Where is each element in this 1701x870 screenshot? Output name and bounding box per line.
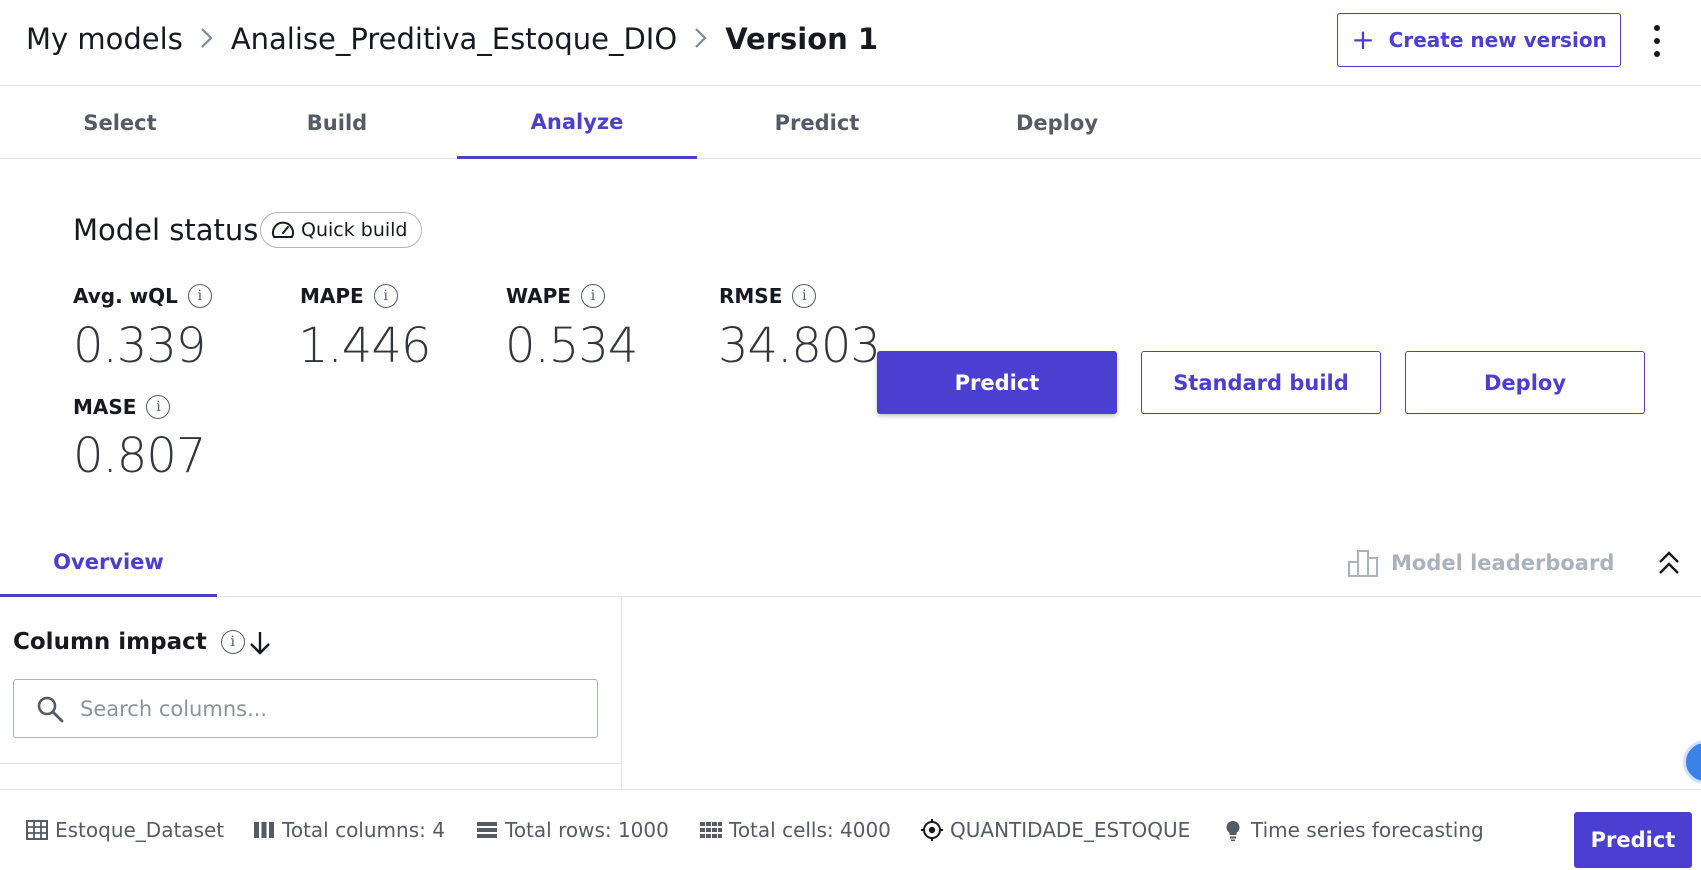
columns-icon: [254, 822, 274, 838]
metric-label-rmse: RMSE i: [719, 284, 817, 308]
tab-predict[interactable]: Predict: [697, 87, 937, 159]
info-icon[interactable]: i: [373, 284, 398, 308]
dataset-footer: Estoque_Dataset Total columns: 4 Total r…: [0, 789, 1701, 870]
tab-deploy[interactable]: Deploy: [937, 87, 1177, 159]
lightbulb-icon: [1226, 821, 1240, 841]
column-search-box: [13, 679, 598, 738]
footer-predict-button[interactable]: Predict: [1574, 812, 1692, 868]
analysis-subtabs: Overview Model leaderboard: [0, 530, 1701, 597]
target-column-text: QUANTIDADE_ESTOQUE: [950, 818, 1191, 842]
metric-value-rmse: 34.803: [718, 318, 881, 374]
tab-build[interactable]: Build: [217, 87, 457, 159]
metric-value-mase: 0.807: [73, 428, 206, 484]
metric-name: Avg. wQL: [73, 284, 178, 308]
deploy-button[interactable]: Deploy: [1405, 351, 1645, 414]
metric-name: WAPE: [506, 284, 571, 308]
total-columns-text: Total columns: 4: [282, 818, 445, 842]
workflow-tabs: Select Build Analyze Predict Deploy: [0, 87, 1701, 159]
model-leaderboard-tab: Model leaderboard: [1347, 544, 1614, 582]
page-header: My models Analise_Preditiva_Estoque_DIO …: [0, 0, 1701, 86]
info-icon[interactable]: i: [187, 284, 212, 308]
quick-build-badge: Quick build: [260, 212, 422, 248]
model-leaderboard-label: Model leaderboard: [1391, 551, 1615, 575]
quick-build-label: Quick build: [301, 219, 408, 241]
speedometer-icon: [272, 221, 294, 238]
metric-name: RMSE: [719, 284, 783, 308]
metric-label-avg-wql: Avg. wQL i: [73, 284, 212, 308]
collapse-icon[interactable]: [1656, 548, 1682, 578]
grid-icon: [700, 822, 722, 838]
info-icon[interactable]: i: [220, 630, 245, 654]
model-status-title: Model status: [73, 213, 259, 247]
breadcrumb-version: Version 1: [725, 22, 879, 56]
metric-name: MASE: [73, 395, 137, 419]
tab-analyze[interactable]: Analyze: [457, 87, 697, 159]
footer-total-rows: Total rows: 1000: [475, 817, 669, 843]
help-chat-bubble[interactable]: [1683, 740, 1701, 784]
metric-label-wape: WAPE i: [506, 284, 605, 308]
metric-value-mape: 1.446: [298, 318, 431, 374]
predict-button[interactable]: Predict: [877, 351, 1117, 414]
metric-label-mase: MASE i: [73, 395, 171, 419]
footer-dataset: Estoque_Dataset: [25, 817, 224, 843]
breadcrumb-model-name[interactable]: Analise_Preditiva_Estoque_DIO: [231, 22, 677, 56]
breadcrumb: My models Analise_Preditiva_Estoque_DIO …: [26, 22, 878, 56]
info-icon[interactable]: i: [792, 284, 817, 308]
metric-value-avg-wql: 0.339: [73, 318, 206, 374]
divider: [0, 763, 622, 764]
sort-arrow-down-icon[interactable]: [246, 629, 274, 657]
info-icon[interactable]: i: [580, 284, 605, 308]
footer-total-columns: Total columns: 4: [252, 817, 445, 843]
search-icon: [37, 696, 64, 722]
info-icon[interactable]: i: [146, 395, 171, 419]
standard-build-button[interactable]: Standard build: [1141, 351, 1381, 414]
column-impact-title: Column impact: [13, 629, 207, 655]
chevron-right-icon: [687, 22, 715, 56]
table-icon: [26, 820, 48, 840]
create-new-version-label: Create new version: [1388, 28, 1607, 52]
footer-target-column: QUANTIDADE_ESTOQUE: [920, 817, 1190, 843]
column-search-input[interactable]: [80, 696, 560, 721]
total-cells-text: Total cells: 4000: [729, 818, 891, 842]
plus-icon: +: [1351, 23, 1375, 56]
target-icon: [921, 819, 943, 841]
footer-total-cells: Total cells: 4000: [699, 817, 891, 843]
tab-select[interactable]: Select: [0, 87, 240, 159]
breadcrumb-my-models[interactable]: My models: [26, 22, 183, 56]
metric-value-wape: 0.534: [505, 318, 638, 374]
create-new-version-button[interactable]: + Create new version: [1337, 13, 1621, 67]
footer-problem-type: Time series forecasting: [1221, 817, 1484, 843]
tab-overview[interactable]: Overview: [0, 530, 217, 597]
total-rows-text: Total rows: 1000: [505, 818, 669, 842]
leaderboard-icon: [1348, 550, 1378, 577]
metric-label-mape: MAPE i: [300, 284, 398, 308]
metric-name: MAPE: [300, 284, 364, 308]
chevron-right-icon: [193, 22, 221, 56]
more-options-icon[interactable]: [1645, 25, 1669, 57]
rows-icon: [477, 822, 497, 838]
problem-type-text: Time series forecasting: [1251, 818, 1484, 842]
dataset-name: Estoque_Dataset: [55, 818, 225, 842]
column-impact-header: Column impact i: [13, 629, 245, 655]
column-impact-panel: Column impact i: [0, 597, 622, 789]
